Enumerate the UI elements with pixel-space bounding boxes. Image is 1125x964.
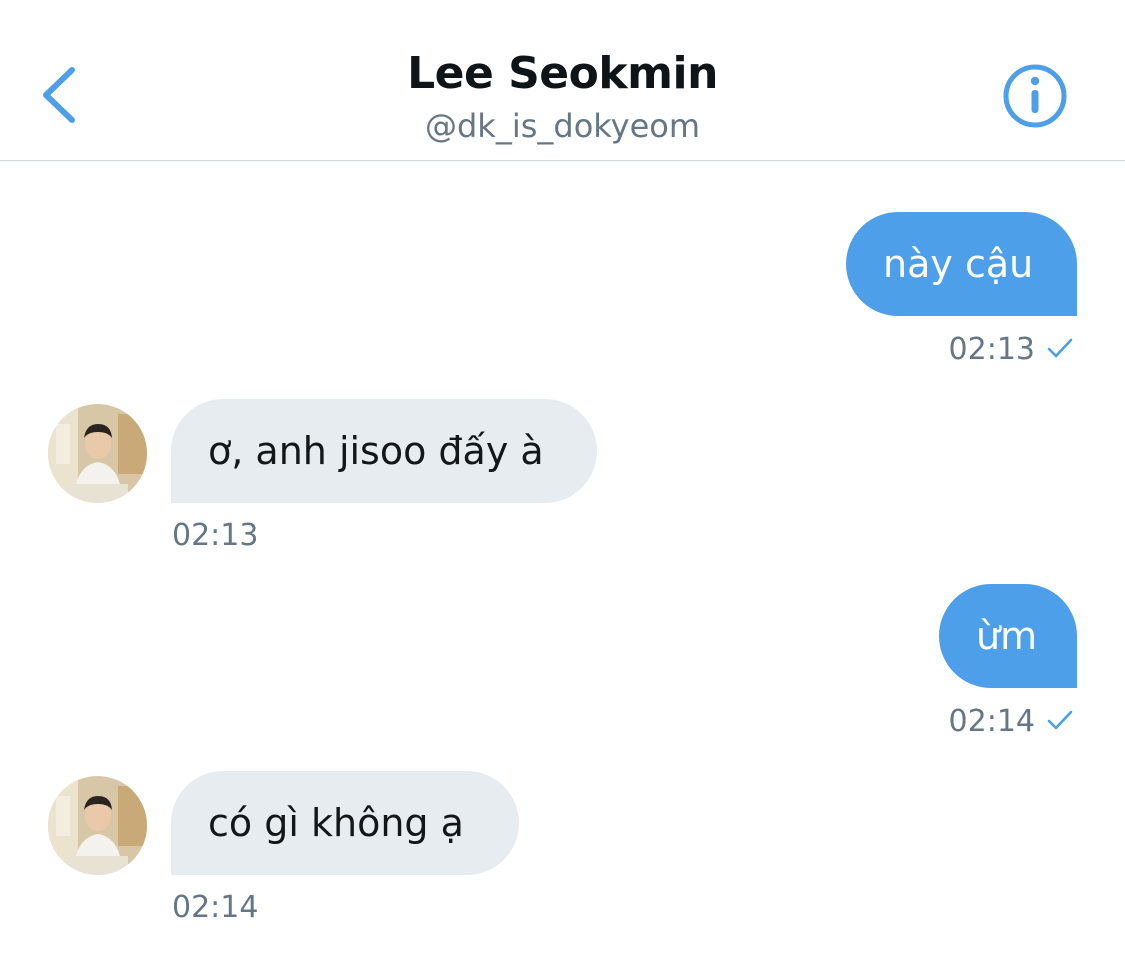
conversation-header: Lee Seokmin @dk_is_dokyeom [0, 0, 1125, 161]
incoming-message-bubble[interactable]: ơ, anh jisoo đấy à [171, 399, 597, 503]
outgoing-message-bubble[interactable]: này cậu [846, 212, 1077, 316]
info-circle-icon [1003, 64, 1067, 128]
message-timestamp: 02:13 [172, 518, 259, 553]
checkmark-icon [1047, 338, 1073, 357]
message-timestamp: 02:13 [948, 332, 1035, 367]
info-button[interactable] [1000, 64, 1070, 130]
message-timestamp: 02:14 [172, 890, 259, 925]
checkmark-icon [1047, 710, 1073, 729]
avatar[interactable] [48, 404, 147, 503]
message-meta: 02:13 [949, 330, 1073, 370]
incoming-message-bubble[interactable]: có gì không ạ [171, 771, 519, 875]
message-meta: 02:14 [949, 702, 1073, 742]
page-title: Lee Seokmin [407, 48, 718, 99]
user-avatar-icon [48, 776, 147, 875]
message-timestamp: 02:14 [948, 704, 1035, 739]
outgoing-message-bubble[interactable]: ừm [939, 584, 1077, 688]
user-handle: @dk_is_dokyeom [424, 107, 701, 145]
user-avatar-icon [48, 404, 147, 503]
avatar[interactable] [48, 776, 147, 875]
